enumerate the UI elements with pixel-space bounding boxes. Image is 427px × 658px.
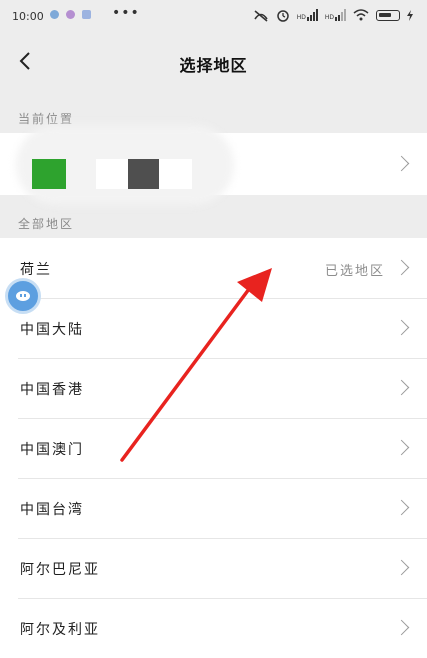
region-item-macau[interactable]: 中国澳门 — [0, 418, 427, 478]
wifi-icon — [353, 9, 369, 21]
status-bar: 10:00 ••• HD HD — [0, 0, 427, 36]
redacted-block — [128, 159, 159, 189]
chevron-right-icon — [393, 259, 410, 276]
chevron-right-icon — [393, 499, 410, 516]
status-time: 10:00 — [12, 10, 44, 23]
selected-region-label: 已选地区 — [324, 264, 385, 279]
chevron-right-icon — [393, 559, 410, 576]
region-name: 阿尔及利亚 — [20, 622, 100, 638]
nfc-icon — [254, 9, 268, 22]
more-notifications-icon: ••• — [112, 5, 140, 21]
signal-icon: HD — [325, 9, 346, 21]
chevron-right-icon — [393, 619, 410, 636]
chevron-right-icon — [393, 379, 410, 396]
charging-icon — [407, 9, 413, 21]
region-name: 中国大陆 — [20, 322, 84, 338]
app-notification-icon — [82, 10, 91, 19]
chevron-right-icon — [393, 155, 410, 172]
region-name: 中国香港 — [20, 382, 84, 398]
region-item-taiwan[interactable]: 中国台湾 — [0, 478, 427, 538]
system-status-icons: HD HD — [253, 8, 413, 22]
page-title: 选择地区 — [179, 56, 248, 75]
navigation-bar: 选择地区 — [0, 36, 427, 88]
region-name: 阿尔巴尼亚 — [20, 562, 100, 578]
notification-icons — [50, 10, 91, 19]
region-item-hong-kong[interactable]: 中国香港 — [0, 358, 427, 418]
battery-icon — [376, 9, 400, 21]
floating-assistant-button[interactable] — [5, 278, 41, 314]
region-item-netherlands[interactable]: 荷兰 已选地区 — [0, 238, 427, 298]
region-item-albania[interactable]: 阿尔巴尼亚 — [0, 538, 427, 598]
region-name: 中国台湾 — [20, 502, 84, 518]
region-item-mainland-china[interactable]: 中国大陆 — [0, 298, 427, 358]
chevron-right-icon — [393, 439, 410, 456]
region-list: 荷兰 已选地区 中国大陆 中国香港 中国澳门 中国台湾 阿尔巴尼亚 阿尔及利亚 — [0, 238, 427, 658]
signal-icon: HD — [297, 9, 318, 21]
region-name: 荷兰 — [20, 262, 52, 278]
redacted-block — [32, 159, 66, 189]
current-location-row[interactable] — [0, 125, 427, 205]
app-notification-icon — [50, 10, 59, 19]
app-notification-icon — [66, 10, 75, 19]
all-regions-header: 全部地区 — [18, 217, 75, 231]
region-name: 中国澳门 — [20, 442, 84, 458]
region-item-algeria[interactable]: 阿尔及利亚 — [0, 598, 427, 658]
chevron-right-icon — [393, 319, 410, 336]
alarm-icon — [276, 10, 289, 22]
assistant-face-icon — [16, 291, 30, 301]
